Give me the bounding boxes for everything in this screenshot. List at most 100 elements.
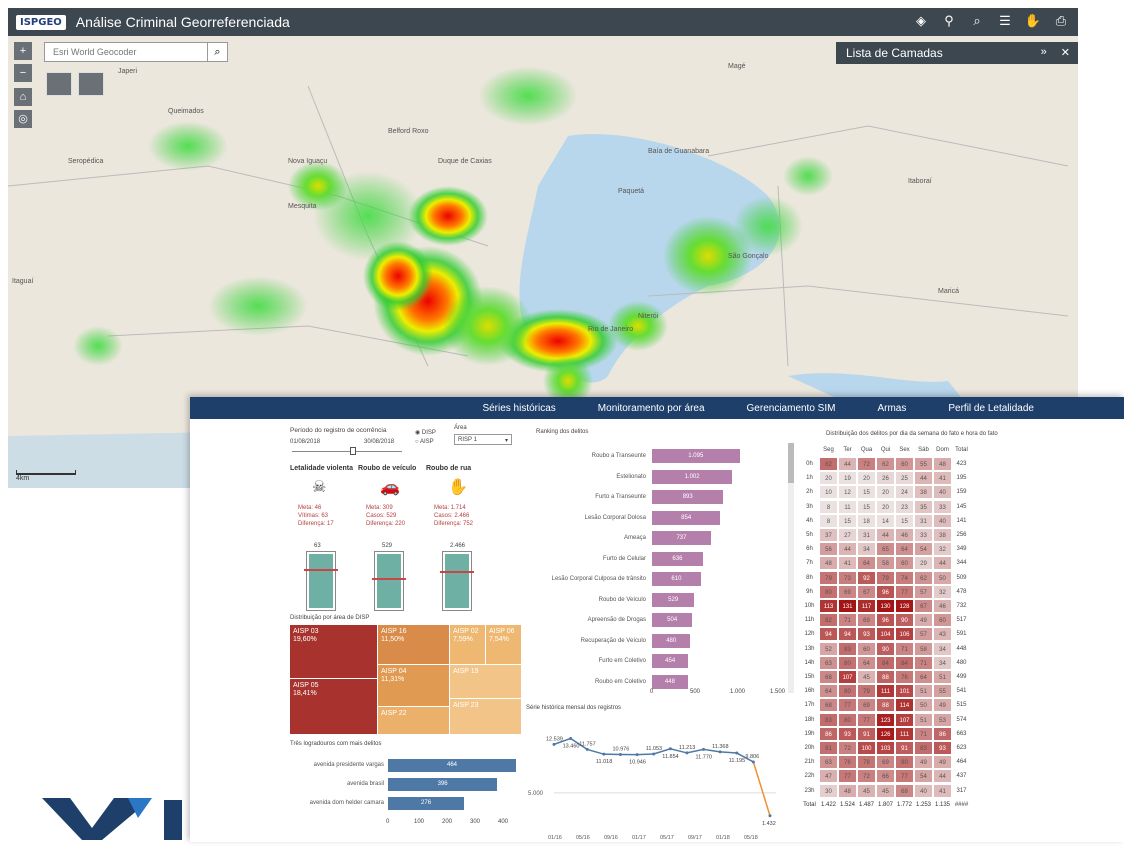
heatmap-cell[interactable]: 91 xyxy=(895,741,914,755)
series-point[interactable] xyxy=(635,753,639,757)
heatmap-cell[interactable]: 64 xyxy=(819,684,838,699)
heatmap-cell[interactable]: 20 xyxy=(876,499,895,514)
series-point[interactable] xyxy=(735,751,739,755)
heatmap-cell[interactable]: 20 xyxy=(819,471,838,486)
heatmap-cell[interactable]: 11 xyxy=(838,499,857,514)
heatmap-cell[interactable]: 90 xyxy=(876,641,895,656)
heatmap-cell[interactable]: 64 xyxy=(895,542,914,557)
ranking-bar[interactable]: 454 xyxy=(652,654,689,668)
ranking-bar[interactable]: 448 xyxy=(652,674,688,689)
heatmap-cell[interactable]: 49 xyxy=(914,755,933,770)
treemap-cell[interactable]: AISP 16 11,50% xyxy=(378,625,449,664)
legend-icon[interactable]: ☰ xyxy=(996,12,1014,30)
heatmap-cell[interactable]: 58 xyxy=(876,556,895,571)
heatmap-cell[interactable]: 25 xyxy=(895,471,914,486)
heatmap-cell[interactable]: 44 xyxy=(933,769,952,784)
heatmap-cell[interactable]: 91 xyxy=(857,726,876,741)
heatmap-cell[interactable]: 26 xyxy=(876,471,895,486)
heatmap-cell[interactable]: 92 xyxy=(857,570,876,585)
heatmap-cell[interactable]: 44 xyxy=(914,471,933,486)
ranking-bar[interactable]: 893 xyxy=(652,490,724,504)
heatmap-cell[interactable]: 43 xyxy=(933,627,952,642)
series-point[interactable] xyxy=(718,750,722,754)
heatmap-cell[interactable]: 76 xyxy=(895,670,914,684)
heatmap-cell[interactable]: 54 xyxy=(914,542,933,557)
heatmap-cell[interactable]: 8 xyxy=(819,499,838,514)
heatmap-cell[interactable]: 51 xyxy=(933,670,952,684)
heatmap-cell[interactable]: 67 xyxy=(857,584,876,599)
heatmap-cell[interactable]: 45 xyxy=(857,783,876,798)
heatmap-cell[interactable]: 83 xyxy=(914,741,933,755)
heatmap-cell[interactable]: 73 xyxy=(838,570,857,585)
heatmap-cell[interactable]: 68 xyxy=(895,783,914,798)
heatmap-cell[interactable]: 46 xyxy=(933,599,952,613)
heatmap-cell[interactable]: 106 xyxy=(895,627,914,642)
heatmap-cell[interactable]: 18 xyxy=(857,513,876,528)
heatmap-cell[interactable]: 71 xyxy=(914,655,933,670)
heatmap-cell[interactable]: 48 xyxy=(819,556,838,571)
heatmap-cell[interactable]: 33 xyxy=(914,528,933,542)
heatmap-cell[interactable]: 15 xyxy=(857,485,876,500)
heatmap-cell[interactable]: 64 xyxy=(857,655,876,670)
heatmap-cell[interactable]: 55 xyxy=(914,457,933,471)
heatmap-cell[interactable]: 111 xyxy=(895,726,914,741)
series-point[interactable] xyxy=(702,747,706,751)
heatmap-cell[interactable]: 19 xyxy=(838,471,857,486)
heatmap-cell[interactable]: 114 xyxy=(895,698,914,713)
heatmap-cell[interactable]: 60 xyxy=(895,457,914,471)
heatmap-cell[interactable]: 94 xyxy=(838,627,857,642)
heatmap-cell[interactable]: 56 xyxy=(819,542,838,557)
series-point[interactable] xyxy=(585,747,589,751)
heatmap-cell[interactable]: 50 xyxy=(914,698,933,713)
heatmap-cell[interactable]: 104 xyxy=(876,627,895,642)
heatmap-cell[interactable]: 130 xyxy=(876,599,895,613)
heatmap-cell[interactable]: 86 xyxy=(819,726,838,741)
heatmap-cell[interactable]: 49 xyxy=(914,613,933,628)
heatmap-cell[interactable]: 94 xyxy=(819,627,838,642)
series-point[interactable] xyxy=(751,760,755,764)
date-end[interactable]: 30/08/2018 xyxy=(364,439,394,445)
heatmap-cell[interactable]: 82 xyxy=(819,457,838,471)
heatmap-cell[interactable]: 93 xyxy=(933,741,952,755)
heatmap-cell[interactable]: 128 xyxy=(895,599,914,613)
series-point[interactable] xyxy=(685,751,689,755)
heatmap-cell[interactable]: 68 xyxy=(819,670,838,684)
heatmap-cell[interactable]: 34 xyxy=(933,641,952,656)
heatmap-cell[interactable]: 72 xyxy=(857,457,876,471)
heatmap-cell[interactable]: 20 xyxy=(876,485,895,500)
treemap-cell[interactable]: AISP 06 7,54% xyxy=(486,625,521,664)
treemap-cell[interactable]: AISP 02 7,59% xyxy=(450,625,485,664)
heatmap-cell[interactable]: 80 xyxy=(819,584,838,599)
layers-icon[interactable]: ◈ xyxy=(912,12,930,30)
heatmap-cell[interactable]: 12 xyxy=(838,485,857,500)
ranking-bar[interactable]: 480 xyxy=(652,633,691,648)
nav-monitoramento[interactable]: Monitoramento por área xyxy=(598,403,705,414)
heatmap-cell[interactable]: 79 xyxy=(819,570,838,585)
print-icon[interactable]: ⎙ xyxy=(1052,12,1070,30)
heatmap-cell[interactable]: 64 xyxy=(857,556,876,571)
ranking-bar[interactable]: 1.002 xyxy=(652,469,733,484)
collapse-icon[interactable]: » xyxy=(1041,46,1047,59)
locate-button[interactable]: ◎ xyxy=(14,110,32,128)
ranking-bar[interactable]: 854 xyxy=(652,510,721,525)
heatmap-cell[interactable]: 49 xyxy=(933,698,952,713)
heatmap-cell[interactable]: 8 xyxy=(819,513,838,528)
heatmap-cell[interactable]: 107 xyxy=(838,670,857,684)
heatmap-cell[interactable]: 31 xyxy=(914,513,933,528)
heatmap-cell[interactable]: 54 xyxy=(914,769,933,784)
street-bar[interactable]: 396 xyxy=(388,778,498,791)
basemap-grid-button[interactable] xyxy=(46,72,72,96)
heatmap-cell[interactable]: 103 xyxy=(876,741,895,755)
close-icon[interactable]: ✕ xyxy=(1061,46,1070,59)
zoom-out-button[interactable]: − xyxy=(14,64,32,82)
treemap-cell[interactable]: AISP 04 11,31% xyxy=(378,665,449,706)
series-line-chart[interactable]: 5.000 12.53913.460 11.757 11.018 10.976 10.94… xyxy=(526,715,806,843)
heatmap-cell[interactable]: 101 xyxy=(895,684,914,699)
heatmap-cell[interactable]: 80 xyxy=(838,712,857,727)
ranking-bar[interactable]: 529 xyxy=(652,592,695,607)
heatmap-cell[interactable]: 51 xyxy=(914,684,933,699)
heatmap-cell[interactable]: 80 xyxy=(838,655,857,670)
heatmap-cell[interactable]: 93 xyxy=(857,627,876,642)
heatmap-cell[interactable]: 40 xyxy=(933,485,952,500)
heatmap-cell[interactable]: 66 xyxy=(876,769,895,784)
